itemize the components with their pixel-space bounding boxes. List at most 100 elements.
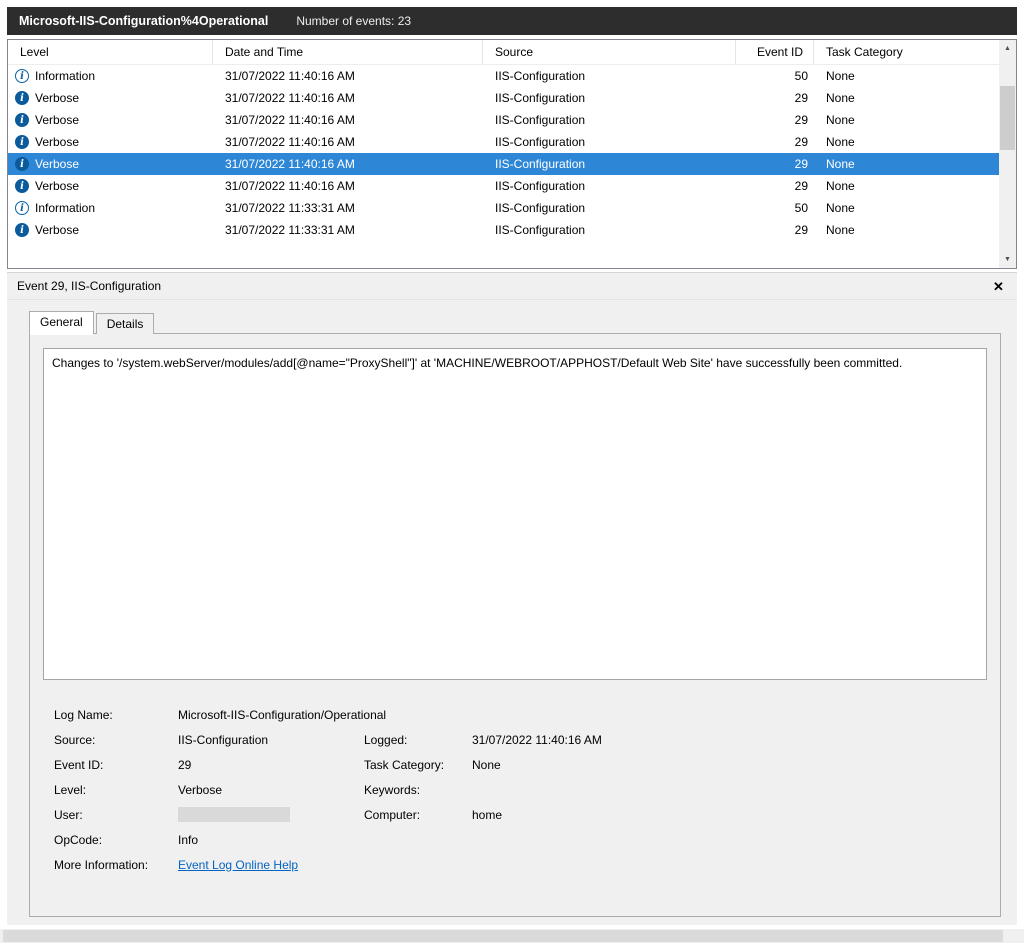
user-label: User:	[44, 808, 168, 822]
horizontal-scrollbar[interactable]	[0, 929, 1024, 943]
user-value	[168, 807, 354, 822]
event-level: Verbose	[35, 135, 79, 149]
event-list: Level Date and Time Source Event ID Task…	[7, 39, 1017, 269]
event-source: IIS-Configuration	[483, 113, 736, 127]
column-header-task-category[interactable]: Task Category	[814, 40, 999, 64]
log-name-value: Microsoft-IIS-Configuration/Operational	[168, 708, 987, 722]
event-datetime: 31/07/2022 11:40:16 AM	[213, 113, 483, 127]
information-icon: i	[15, 201, 29, 215]
event-id: 29	[736, 157, 814, 171]
event-task-category: None	[814, 113, 999, 127]
event-source: IIS-Configuration	[483, 179, 736, 193]
event-level: Verbose	[35, 223, 79, 237]
table-header-row: Level Date and Time Source Event ID Task…	[8, 40, 999, 65]
event-task-category: None	[814, 201, 999, 215]
column-header-event-id[interactable]: Event ID	[736, 40, 814, 64]
event-properties: Log Name: Microsoft-IIS-Configuration/Op…	[44, 702, 987, 877]
event-id: 29	[736, 179, 814, 193]
event-source: IIS-Configuration	[483, 135, 736, 149]
verbose-icon: i	[15, 223, 29, 237]
event-id: 50	[736, 69, 814, 83]
tab-general[interactable]: General	[29, 311, 94, 334]
verbose-icon: i	[15, 157, 29, 171]
source-value: IIS-Configuration	[168, 733, 354, 747]
event-task-category: None	[814, 91, 999, 105]
scroll-down-arrow-icon[interactable]: ▼	[999, 251, 1016, 268]
event-level: Verbose	[35, 157, 79, 171]
preview-title-bar: Event 29, IIS-Configuration ✕	[7, 273, 1017, 300]
event-task-category: None	[814, 157, 999, 171]
event-source: IIS-Configuration	[483, 223, 736, 237]
log-title: Microsoft-IIS-Configuration%4Operational	[19, 14, 268, 28]
tab-details[interactable]: Details	[96, 313, 155, 334]
keywords-label: Keywords:	[354, 783, 462, 797]
event-source: IIS-Configuration	[483, 157, 736, 171]
preview-tabs: General Details	[29, 311, 156, 334]
event-row[interactable]: i Verbose 31/07/2022 11:40:16 AM IIS-Con…	[8, 109, 999, 131]
task-category-value: None	[462, 758, 987, 772]
verbose-icon: i	[15, 179, 29, 193]
event-level: Information	[35, 69, 95, 83]
general-tab-page: Changes to '/system.webServer/modules/ad…	[29, 333, 1001, 917]
event-row[interactable]: i Verbose 31/07/2022 11:40:16 AM IIS-Con…	[8, 153, 999, 175]
information-icon: i	[15, 69, 29, 83]
more-information-label: More Information:	[44, 858, 168, 872]
event-message: Changes to '/system.webServer/modules/ad…	[43, 348, 987, 680]
event-id: 29	[736, 113, 814, 127]
event-datetime: 31/07/2022 11:33:31 AM	[213, 201, 483, 215]
event-task-category: None	[814, 135, 999, 149]
event-task-category: None	[814, 69, 999, 83]
event-datetime: 31/07/2022 11:40:16 AM	[213, 157, 483, 171]
log-name-label: Log Name:	[44, 708, 168, 722]
verbose-icon: i	[15, 113, 29, 127]
event-row[interactable]: i Verbose 31/07/2022 11:33:31 AM IIS-Con…	[8, 219, 999, 241]
event-level: Verbose	[35, 113, 79, 127]
event-row[interactable]: i Verbose 31/07/2022 11:40:16 AM IIS-Con…	[8, 131, 999, 153]
event-log-online-help-link[interactable]: Event Log Online Help	[178, 858, 298, 872]
source-label: Source:	[44, 733, 168, 747]
event-datetime: 31/07/2022 11:40:16 AM	[213, 135, 483, 149]
event-id-label: Event ID:	[44, 758, 168, 772]
horizontal-scrollbar-thumb[interactable]	[3, 930, 1003, 942]
event-id-value: 29	[168, 758, 354, 772]
event-id: 29	[736, 135, 814, 149]
level-label: Level:	[44, 783, 168, 797]
event-level: Information	[35, 201, 95, 215]
vertical-scrollbar-thumb[interactable]	[1000, 86, 1015, 150]
event-row[interactable]: i Information 31/07/2022 11:33:31 AM IIS…	[8, 197, 999, 219]
event-datetime: 31/07/2022 11:40:16 AM	[213, 91, 483, 105]
log-tab-bar: Microsoft-IIS-Configuration%4Operational…	[7, 7, 1017, 35]
event-task-category: None	[814, 179, 999, 193]
event-id: 29	[736, 91, 814, 105]
event-count-label: Number of events: 23	[296, 14, 411, 28]
event-id: 50	[736, 201, 814, 215]
logged-label: Logged:	[354, 733, 462, 747]
close-icon[interactable]: ✕	[987, 276, 1007, 296]
event-datetime: 31/07/2022 11:40:16 AM	[213, 179, 483, 193]
computer-value: home	[462, 808, 987, 822]
event-datetime: 31/07/2022 11:40:16 AM	[213, 69, 483, 83]
event-level: Verbose	[35, 179, 79, 193]
user-value-redacted	[178, 807, 290, 822]
level-value: Verbose	[168, 783, 354, 797]
event-level: Verbose	[35, 91, 79, 105]
column-header-source[interactable]: Source	[483, 40, 736, 64]
vertical-scrollbar[interactable]: ▲ ▼	[999, 40, 1016, 268]
event-preview-pane: Event 29, IIS-Configuration ✕ General De…	[7, 272, 1017, 925]
opcode-label: OpCode:	[44, 833, 168, 847]
task-category-label: Task Category:	[354, 758, 462, 772]
event-datetime: 31/07/2022 11:33:31 AM	[213, 223, 483, 237]
event-source: IIS-Configuration	[483, 91, 736, 105]
scroll-up-arrow-icon[interactable]: ▲	[999, 40, 1016, 57]
logged-value: 31/07/2022 11:40:16 AM	[462, 733, 987, 747]
computer-label: Computer:	[354, 808, 462, 822]
table-body: i Information 31/07/2022 11:40:16 AM IIS…	[8, 65, 999, 268]
event-row[interactable]: i Information 31/07/2022 11:40:16 AM IIS…	[8, 65, 999, 87]
verbose-icon: i	[15, 91, 29, 105]
column-header-date-and-time[interactable]: Date and Time	[213, 40, 483, 64]
event-source: IIS-Configuration	[483, 69, 736, 83]
event-row[interactable]: i Verbose 31/07/2022 11:40:16 AM IIS-Con…	[8, 87, 999, 109]
event-id: 29	[736, 223, 814, 237]
event-row[interactable]: i Verbose 31/07/2022 11:40:16 AM IIS-Con…	[8, 175, 999, 197]
column-header-level[interactable]: Level	[8, 40, 213, 64]
